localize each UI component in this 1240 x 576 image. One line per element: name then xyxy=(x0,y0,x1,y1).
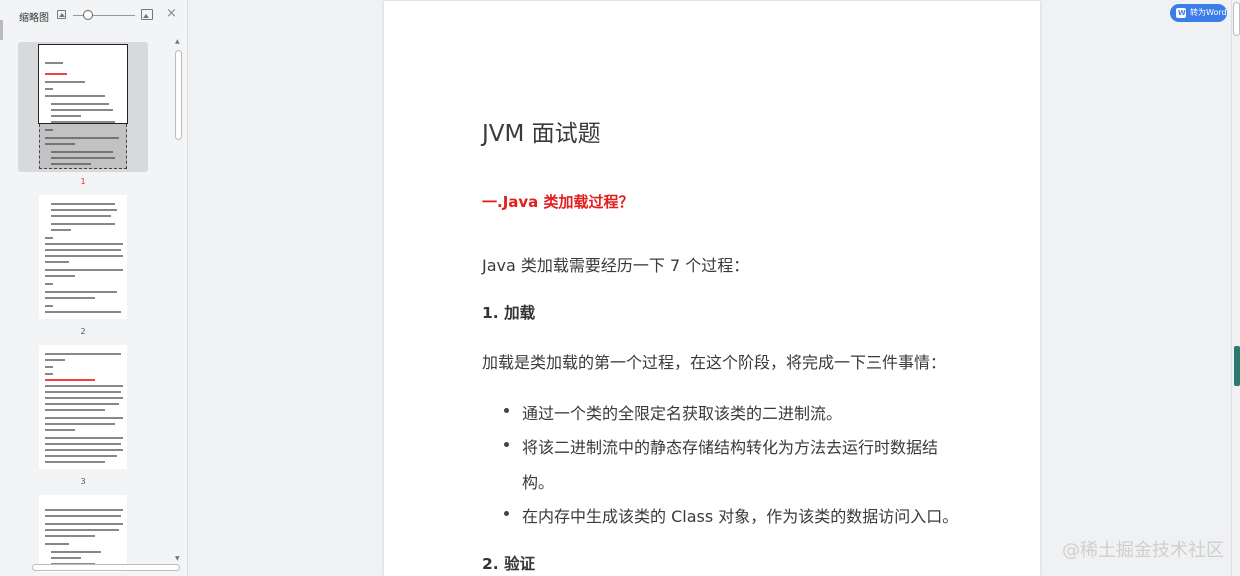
thumbnail-page-3[interactable] xyxy=(18,342,148,472)
subsection-heading-2: 2. 验证 xyxy=(482,555,536,573)
sidebar-title: 缩略图 xyxy=(19,13,49,24)
sidebar-horizontal-scrollbar[interactable] xyxy=(18,563,182,572)
large-thumbnail-icon[interactable] xyxy=(141,9,153,20)
bullet-icon xyxy=(504,408,509,413)
bullet-item: 将该二进制流中的静态存储结构转化为方法去运行时数据结 xyxy=(522,438,939,457)
viewport-shade xyxy=(39,124,127,169)
sidebar-scroll-thumb[interactable] xyxy=(175,50,182,140)
side-panel-handle[interactable] xyxy=(1234,346,1240,386)
document-title: JVM 面试题 xyxy=(482,121,601,147)
bullet-item: 通过一个类的全限定名获取该类的二进制流。 xyxy=(522,404,843,423)
bullet-icon xyxy=(504,442,509,447)
bullet-item: 在内存中生成该类的 Class 对象，作为该类的数据访问入口。 xyxy=(522,507,959,526)
watermark: @稀土掘金技术社区 xyxy=(1062,540,1224,561)
thumbnail-page-number: 1 xyxy=(80,177,86,186)
section-heading: 一.Java 类加载过程？ xyxy=(482,193,634,211)
load-description: 加载是类加载的第一个过程，在这个阶段，将完成一下三件事情： xyxy=(482,353,947,372)
scroll-up-icon[interactable]: ▲ xyxy=(175,38,180,45)
sidebar-vertical-scrollbar[interactable]: ▲ ▼ xyxy=(174,38,183,564)
sidebar-header: 缩略图 × xyxy=(0,0,188,30)
thumbnail-page-number: 2 xyxy=(80,327,86,336)
main-scroll-thumb[interactable] xyxy=(1233,2,1240,36)
thumbnail-image xyxy=(39,345,127,469)
word-icon xyxy=(1176,4,1186,22)
thumbnail-page-2[interactable] xyxy=(18,192,148,322)
close-icon[interactable]: × xyxy=(166,6,177,22)
zoom-slider-handle[interactable] xyxy=(83,10,93,20)
left-edge-marker xyxy=(0,20,3,40)
convert-to-word-button[interactable]: 转为Word xyxy=(1170,4,1227,22)
main-vertical-scrollbar[interactable] xyxy=(1231,0,1240,576)
thumbnail-sidebar: 缩略图 × 1 2 3 ▲ ▼ xyxy=(0,0,188,576)
thumbnail-page-4[interactable] xyxy=(18,492,148,572)
subsection-heading-1: 1. 加载 xyxy=(482,304,536,322)
sidebar-hscroll-thumb[interactable] xyxy=(32,564,180,571)
bullet-icon xyxy=(504,511,509,516)
bullet-item-continuation: 构。 xyxy=(522,473,555,492)
scroll-down-icon[interactable]: ▼ xyxy=(175,555,180,562)
thumbnail-page-1[interactable] xyxy=(18,42,148,172)
viewport-indicator[interactable] xyxy=(38,44,128,124)
thumbnail-page-number: 3 xyxy=(80,477,86,486)
document-page: JVM 面试题 一.Java 类加载过程？ Java 类加载需要经历一下 7 个… xyxy=(384,1,1040,576)
thumbnail-image xyxy=(39,195,127,319)
intro-paragraph: Java 类加载需要经历一下 7 个过程： xyxy=(482,256,750,275)
convert-to-word-label: 转为Word xyxy=(1190,8,1227,17)
small-thumbnail-icon[interactable] xyxy=(57,10,66,19)
thumbnail-image xyxy=(39,495,127,572)
